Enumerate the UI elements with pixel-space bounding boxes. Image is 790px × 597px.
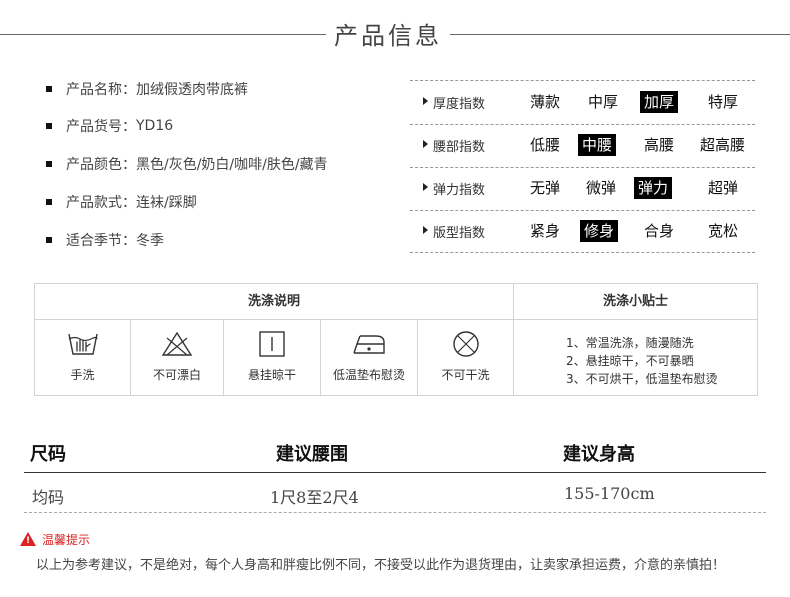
wash-tip: 3、不可烘干，低温垫布慰烫 <box>566 372 718 386</box>
index-elasticity: 弹力指数 无弹 微弹 弹力 超弹 <box>410 167 755 210</box>
arrow-right-icon <box>423 140 428 148</box>
index-option: 紧身 <box>530 222 561 240</box>
index-option-selected: 弹力 <box>634 177 673 199</box>
bullet-icon <box>46 161 52 167</box>
notice-title: 温馨提示 <box>42 533 91 547</box>
size-value: 均码 <box>32 488 65 507</box>
size-header-height: 建议身高 <box>563 444 635 465</box>
info-label: 适合季节： <box>66 233 136 249</box>
index-divider <box>410 252 755 253</box>
bullet-icon <box>46 237 52 243</box>
index-option: 超高腰 <box>700 136 746 154</box>
info-value: 黑色/灰色/奶白/咖啡/肤色/藏青 <box>136 157 328 173</box>
wash-item-low-iron: 低温垫布慰烫 <box>321 320 418 395</box>
notice-text: 以上为参考建议，不是绝对，每个人身高和胖瘦比例不同，不接受以此作为退货理由，让卖… <box>36 558 726 573</box>
index-option: 无弹 <box>530 179 561 197</box>
index-label: 腰部指数 <box>433 140 486 155</box>
bullet-icon <box>46 86 52 92</box>
wash-label: 不可干洗 <box>441 368 490 382</box>
wash-item-no-bleach: 不可漂白 <box>131 320 224 395</box>
wash-label: 手洗 <box>70 368 95 382</box>
page-title: 产品信息 <box>334 22 442 50</box>
size-table-bottom <box>24 512 766 513</box>
info-color: 产品颜色： 黑色/灰色/奶白/咖啡/肤色/藏青 <box>46 152 328 176</box>
info-label: 产品颜色： <box>66 157 136 173</box>
info-value: 加绒假透肉带底裤 <box>136 82 248 98</box>
bullet-icon <box>46 199 52 205</box>
index-waist: 腰部指数 低腰 中腰 高腰 超高腰 <box>410 124 755 167</box>
index-option-selected: 修身 <box>580 220 619 242</box>
arrow-right-icon <box>423 183 428 191</box>
info-value: YD16 <box>136 118 174 134</box>
wash-label: 不可漂白 <box>152 368 201 382</box>
info-name: 产品名称： 加绒假透肉带底裤 <box>46 77 248 101</box>
info-label: 产品名称： <box>66 82 136 98</box>
wash-title: 洗涤说明 <box>35 284 514 320</box>
info-style: 产品款式： 连袜/踩脚 <box>46 190 197 214</box>
index-option: 低腰 <box>530 136 561 154</box>
info-sku: 产品货号： YD16 <box>46 114 173 138</box>
wash-item-no-dry-clean: 不可干洗 <box>418 320 514 395</box>
info-value: 连袜/踩脚 <box>136 195 197 211</box>
wash-tip: 2、悬挂晾干，不可暴晒 <box>566 354 694 368</box>
size-table-divider <box>24 472 766 473</box>
title-line-right <box>450 34 790 35</box>
hand-wash-icon <box>66 330 100 362</box>
wash-item-hand: 手洗 <box>35 320 131 395</box>
index-label: 弹力指数 <box>433 183 486 198</box>
height-value: 155-170cm <box>564 484 655 503</box>
info-label: 产品货号： <box>66 119 136 135</box>
title-line-left <box>0 34 326 35</box>
wash-item-hang-dry: 悬挂晾干 <box>224 320 321 395</box>
index-thickness: 厚度指数 薄款 中厚 加厚 特厚 <box>410 81 755 124</box>
index-option-selected: 加厚 <box>640 91 679 113</box>
size-header-waist: 建议腰围 <box>276 444 348 465</box>
arrow-right-icon <box>423 97 428 105</box>
index-option: 中厚 <box>588 93 619 111</box>
info-season: 适合季节： 冬季 <box>46 228 164 252</box>
low-iron-icon <box>351 330 387 362</box>
index-label: 版型指数 <box>433 226 486 241</box>
wash-tips-title: 洗涤小贴士 <box>514 284 757 320</box>
index-option: 超弹 <box>708 179 739 197</box>
no-bleach-icon <box>160 330 194 362</box>
wash-tip: 1、常温洗涤，随漫随洗 <box>566 336 694 350</box>
wash-label: 低温垫布慰烫 <box>332 368 405 382</box>
arrow-right-icon <box>423 226 428 234</box>
size-header-size: 尺码 <box>30 444 66 465</box>
index-option: 宽松 <box>708 222 739 240</box>
warning-mark: ! <box>26 536 31 546</box>
index-fit: 版型指数 紧身 修身 合身 宽松 <box>410 210 755 253</box>
hang-dry-icon <box>257 330 287 362</box>
bullet-icon <box>46 123 52 129</box>
index-option: 高腰 <box>644 136 675 154</box>
no-dry-clean-icon <box>451 330 481 362</box>
index-label: 厚度指数 <box>433 97 486 112</box>
index-option: 薄款 <box>530 93 561 111</box>
index-option: 特厚 <box>708 93 739 111</box>
index-option-selected: 中腰 <box>578 134 617 156</box>
index-option: 合身 <box>644 222 675 240</box>
info-value: 冬季 <box>136 233 164 249</box>
wash-label: 悬挂晾干 <box>247 368 296 382</box>
info-label: 产品款式： <box>66 195 136 211</box>
index-option: 微弹 <box>586 179 617 197</box>
waist-value: 1尺8至2尺4 <box>270 488 359 507</box>
